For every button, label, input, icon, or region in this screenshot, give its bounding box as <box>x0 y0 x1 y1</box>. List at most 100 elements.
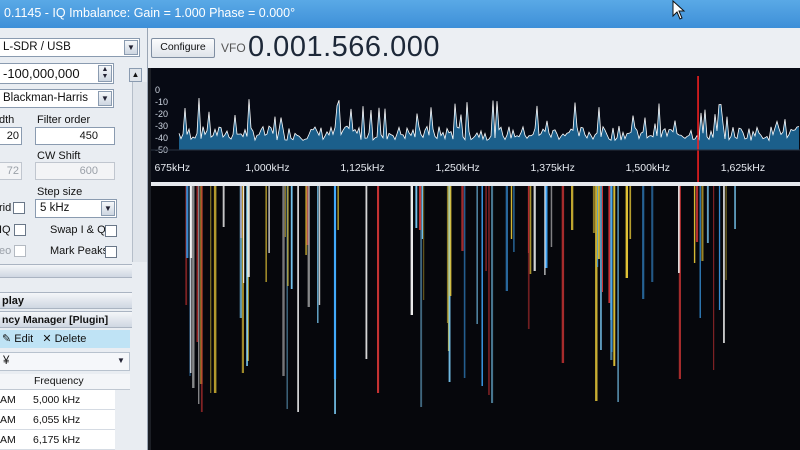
y-tick-label: -30 <box>155 121 168 131</box>
row-frequency: 5,000 kHz <box>33 394 81 406</box>
waterfall-signal-streak <box>706 186 709 243</box>
table-row[interactable]: AM 5,000 kHz <box>0 390 115 410</box>
snap-label: rid <box>0 202 12 214</box>
waterfall-signal-streak <box>418 186 422 230</box>
scroll-up-icon[interactable]: ▲ <box>129 68 142 82</box>
waterfall-display[interactable] <box>151 186 800 450</box>
waterfall-plot[interactable] <box>151 186 800 450</box>
waterfall-signal-streak <box>592 186 595 233</box>
delete-button[interactable]: ✕ Delete <box>42 333 86 345</box>
section-display[interactable]: play <box>0 292 132 309</box>
y-tick-label: -10 <box>155 97 168 107</box>
waterfall-signal-streak <box>287 186 289 286</box>
snap-checkbox[interactable] <box>13 202 25 214</box>
top-toolbar: Configure VFO 0.001.566.000 <box>148 28 800 68</box>
step-size-select[interactable]: 5 kHz ▼ <box>35 199 117 218</box>
configure-button[interactable]: Configure <box>151 38 215 58</box>
chevron-down-icon[interactable]: ▼ <box>124 40 138 55</box>
waterfall-signal-streak <box>491 186 494 403</box>
delete-icon: ✕ <box>42 333 52 345</box>
waterfall-signal-streak <box>297 186 299 412</box>
panel-scrollbar[interactable] <box>132 82 147 262</box>
row-frequency: 6,175 kHz <box>33 434 81 446</box>
waterfall-signal-streak <box>488 186 490 395</box>
spin-arrows-icon[interactable]: ▲ ▼ <box>98 65 112 82</box>
swap-iq-checkbox[interactable] <box>105 225 117 237</box>
row-mode: AM <box>0 414 16 426</box>
x-tick-label: 1,000kHz <box>245 162 289 174</box>
waterfall-signal-streak <box>611 186 613 352</box>
waterfall-signal-streak <box>629 186 632 239</box>
waterfall-signal-streak <box>196 186 198 342</box>
waterfall-signal-streak <box>510 186 513 239</box>
spectrum-plot[interactable]: 0-10-20-30-40-50 675kHz 1,000kHz 1,125kHz 1… <box>151 68 800 182</box>
delete-label: Delete <box>54 333 87 345</box>
waterfall-signal-streak <box>600 186 602 350</box>
waterfall-signal-streak <box>550 186 553 247</box>
spectrum-analyzer[interactable]: 0 -10 -20 -30 -40 -50 675kHz 1,000kHz 1,125kHz 1… <box>151 68 800 182</box>
waterfall-signal-streak <box>461 186 464 251</box>
chevron-down-icon[interactable]: ▼ <box>101 201 115 216</box>
frequency-shift-input[interactable]: -100,000,000 ▲ ▼ <box>0 63 114 84</box>
group-select-value: ¥ <box>3 355 10 367</box>
waterfall-signal-streak <box>463 186 466 378</box>
waterfall-signal-streak <box>377 186 380 393</box>
filter-order-input[interactable]: 450 <box>35 127 115 145</box>
waterfall-signal-streak <box>718 186 721 310</box>
chevron-down-icon[interactable]: ▼ <box>98 91 112 106</box>
waterfall-signal-streak <box>527 186 529 253</box>
bandwidth-input[interactable]: 20 <box>0 127 22 145</box>
waterfall-signal-streak <box>449 186 452 296</box>
iq-checkbox[interactable] <box>14 224 26 236</box>
shift-input[interactable]: 72 <box>0 162 22 180</box>
waterfall-signal-streak <box>307 186 310 307</box>
x-tick-label: 1,375kHz <box>531 162 575 174</box>
waterfall-signal-streak <box>485 186 487 271</box>
chevron-down-icon[interactable]: ▼ <box>114 354 128 369</box>
waterfall-signal-streak <box>200 186 203 412</box>
group-select[interactable]: ¥ ▼ <box>0 352 130 371</box>
correct-checkbox[interactable] <box>14 245 26 257</box>
filter-order-label: Filter order <box>37 114 91 126</box>
step-size-value: 5 kHz <box>40 202 70 214</box>
waterfall-signal-streak <box>544 186 546 275</box>
waterfall-signal-streak <box>513 186 515 252</box>
x-tick-label: 675kHz <box>154 162 190 174</box>
waterfall-signal-streak <box>642 186 645 299</box>
y-tick-label: 0 <box>155 85 160 95</box>
edit-button[interactable]: ✎ Edit <box>2 333 36 345</box>
waterfall-signal-streak <box>333 186 337 379</box>
waterfall-signal-streak <box>734 186 736 229</box>
waterfall-signal-streak <box>305 186 307 255</box>
waterfall-signal-streak <box>198 186 200 404</box>
vfo-frequency-display[interactable]: 0.001.566.000 <box>248 31 440 64</box>
section-separator[interactable] <box>0 264 132 278</box>
source-select[interactable]: L-SDR / USB ▼ <box>0 38 140 57</box>
waterfall-signal-streak <box>186 186 189 258</box>
waterfall-signal-streak <box>695 186 699 242</box>
mark-peaks-checkbox[interactable] <box>105 246 117 258</box>
row-mode: AM <box>0 434 16 446</box>
table-row[interactable]: AM 6,175 kHz <box>0 430 115 450</box>
waterfall-signal-streak <box>505 186 508 291</box>
section-frequency-manager[interactable]: ncy Manager [Plugin] <box>0 311 132 328</box>
frequency-grid-header: Frequency <box>0 374 130 390</box>
waterfall-signal-streak <box>446 186 448 323</box>
waterfall-signal-streak <box>210 186 212 393</box>
window-select-value: Blackman-Harris <box>3 92 88 104</box>
waterfall-signal-streak <box>189 186 192 373</box>
row-frequency: 6,055 kHz <box>33 414 81 426</box>
waterfall-signal-streak <box>365 186 368 359</box>
table-row[interactable]: AM 6,055 kHz <box>0 410 115 430</box>
waterfall-signal-streak <box>337 186 339 230</box>
waterfall-signal-streak <box>608 186 611 303</box>
waterfall-signal-streak <box>481 186 483 386</box>
waterfall-signal-streak <box>192 186 195 388</box>
waterfall-signal-streak <box>222 186 225 227</box>
y-tick-label: -40 <box>155 133 168 143</box>
waterfall-signal-streak <box>571 186 574 230</box>
window-select[interactable]: Blackman-Harris ▼ <box>0 89 114 108</box>
mouse-cursor-icon <box>672 0 686 20</box>
waterfall-signal-streak <box>597 186 600 259</box>
cw-shift-input[interactable]: 600 <box>35 162 115 180</box>
